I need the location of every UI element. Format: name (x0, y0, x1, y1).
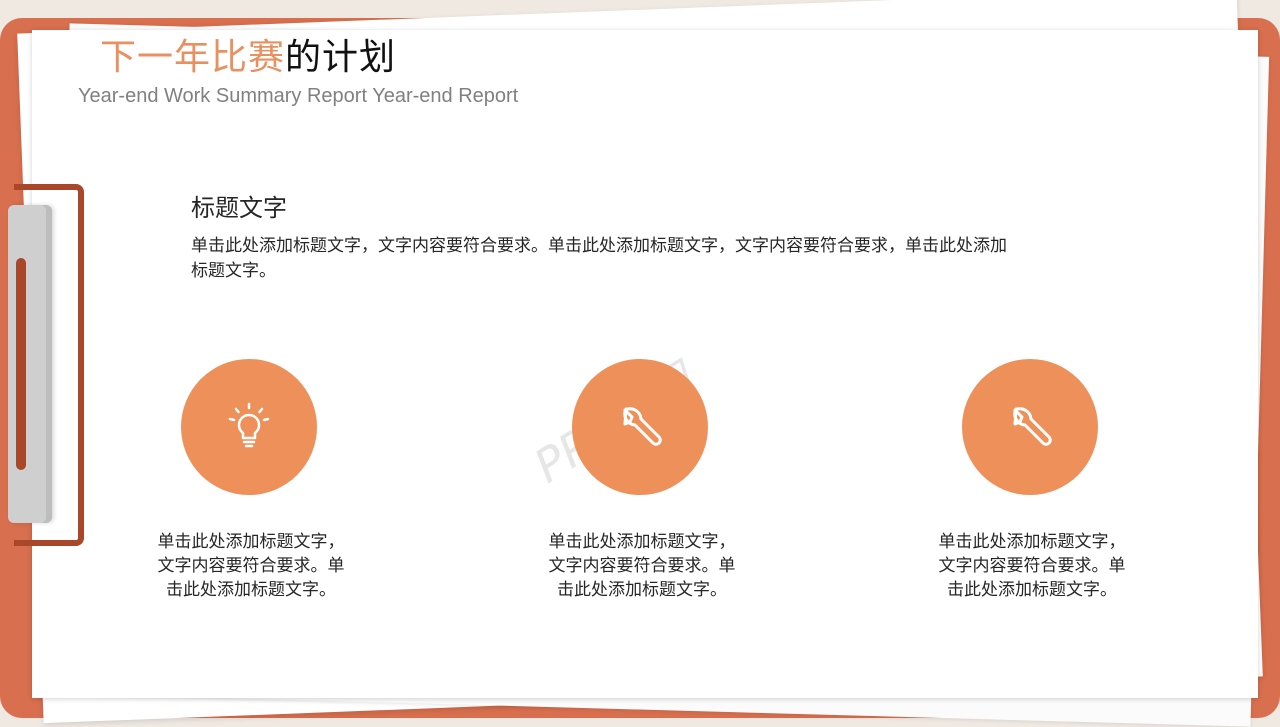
section-heading: 标题文字 (191, 194, 287, 222)
feature-text-line: 文字内容要符合要求。单 (157, 556, 345, 576)
wrench-icon (1013, 407, 1052, 446)
feature-text-line: 击此处添加标题文字。 (166, 580, 336, 600)
feature-text-line: 击此处添加标题文字。 (947, 580, 1117, 600)
clip-plate (8, 205, 52, 523)
feature-icon-circle (962, 359, 1098, 495)
feature-text: 单击此处添加标题文字， 文字内容要符合要求。单 击此处添加标题文字。 (917, 530, 1147, 602)
feature-text: 单击此处添加标题文字， 文字内容要符合要求。单 击此处添加标题文字。 (136, 530, 366, 602)
slide-title-highlight: 下一年比赛 (100, 37, 286, 78)
section-body-line: 单击此处添加标题文字，文字内容要符合要求。单击此处添加标题文字，文字内容要符合要… (191, 236, 1007, 256)
section-body: 单击此处添加标题文字，文字内容要符合要求。单击此处添加标题文字，文字内容要符合要… (191, 234, 1121, 284)
feature-text-line: 击此处添加标题文字。 (557, 580, 727, 600)
feature-text-line: 文字内容要符合要求。单 (548, 556, 736, 576)
feature-icon-circle (572, 359, 708, 495)
lightbulb-icon (228, 402, 270, 448)
wrench-icon (623, 407, 662, 446)
feature-text: 单击此处添加标题文字， 文字内容要符合要求。单 击此处添加标题文字。 (527, 530, 757, 602)
feature-icon-circle (181, 359, 317, 495)
feature-text-line: 单击此处添加标题文字， (938, 532, 1126, 552)
clip-bar (16, 258, 26, 470)
slide-title: 下一年比赛的计划 (100, 36, 396, 80)
feature-text-line: 单击此处添加标题文字， (548, 532, 736, 552)
feature-text-line: 单击此处添加标题文字， (157, 532, 345, 552)
slide-title-rest: 的计划 (285, 37, 397, 78)
section-body-line: 标题文字。 (191, 261, 276, 281)
slide-subtitle: Year-end Work Summary Report Year-end Re… (78, 85, 519, 107)
feature-text-line: 文字内容要符合要求。单 (938, 556, 1126, 576)
